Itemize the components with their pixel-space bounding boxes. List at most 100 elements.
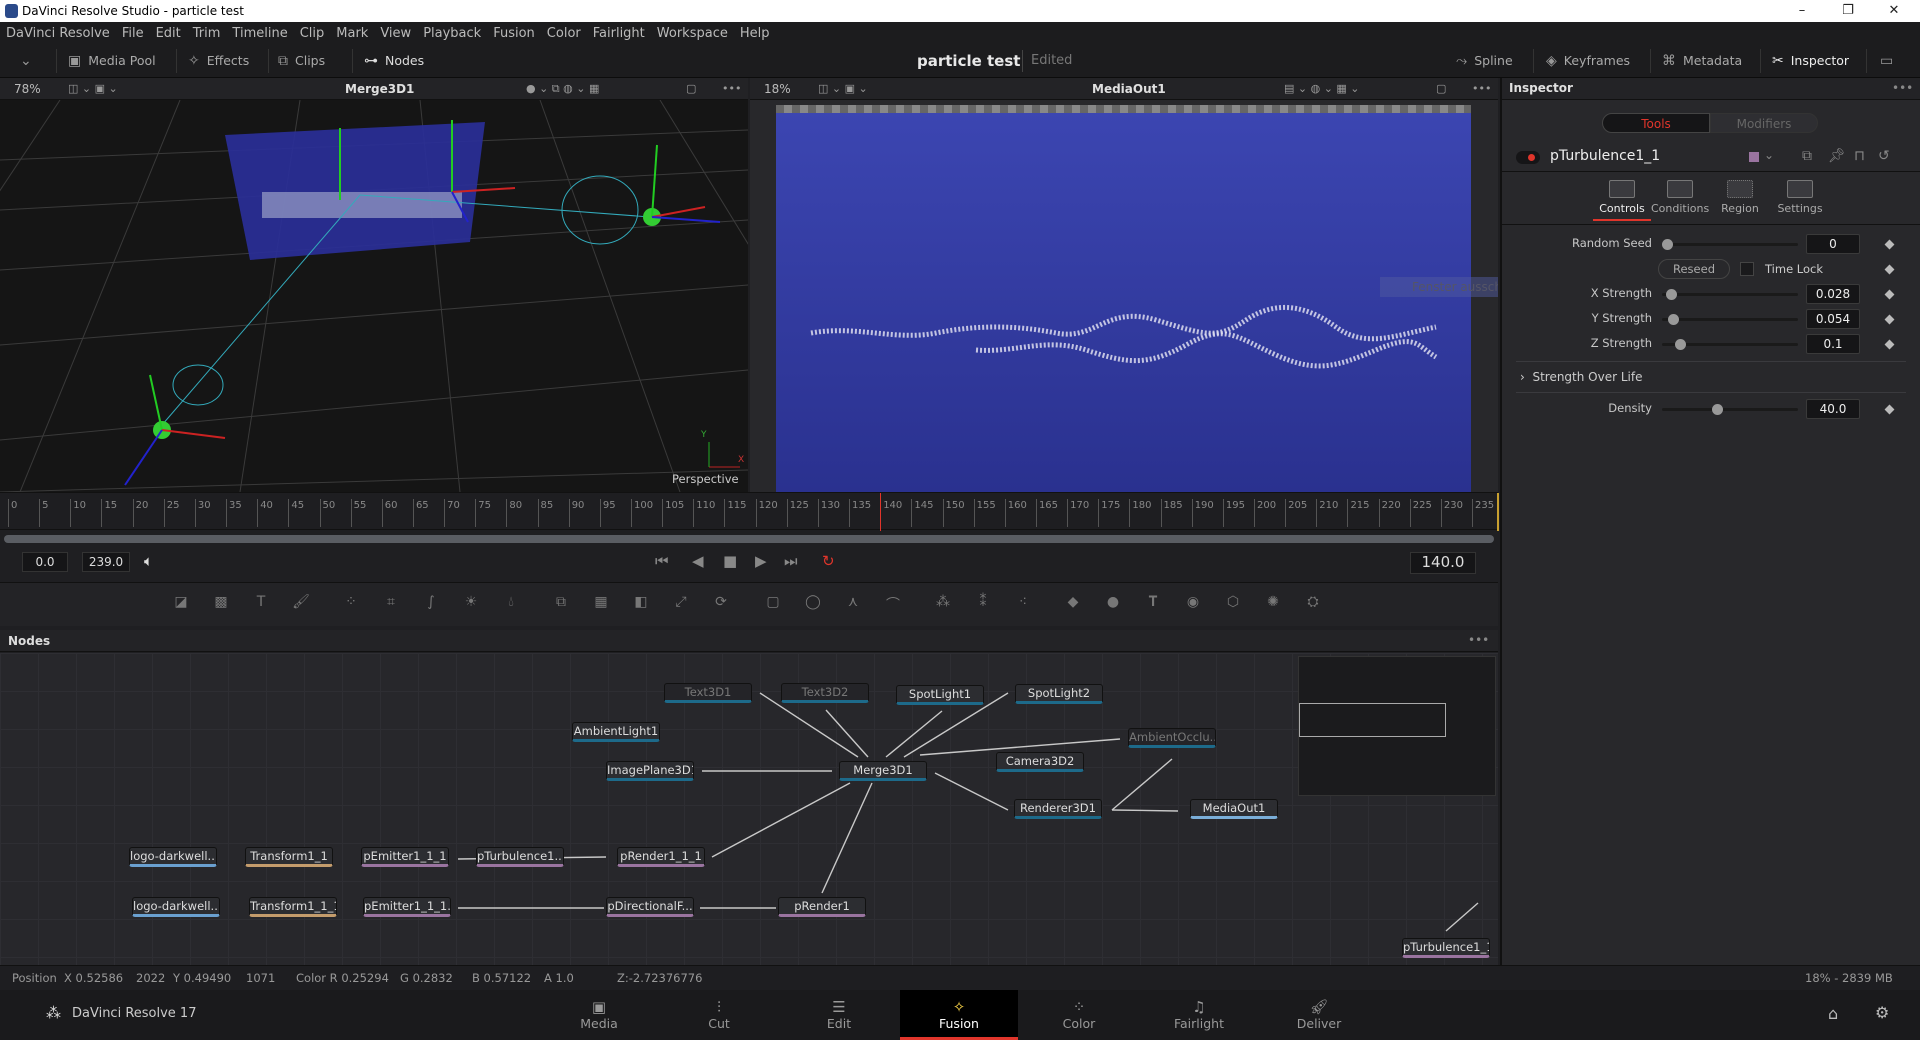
page-fairlight[interactable]: ♫ Fairlight <box>1140 990 1258 1040</box>
stop-icon[interactable]: ■ <box>723 552 737 570</box>
render-end-field[interactable]: 239.0 <box>82 552 130 572</box>
keyframe-diamond-icon[interactable] <box>1884 339 1895 350</box>
spline-button[interactable]: ⤳ Spline <box>1456 50 1513 72</box>
imageplane3d-tool-icon[interactable]: ⬡ <box>1222 594 1244 614</box>
metadata-button[interactable]: ⌘ Metadata <box>1662 50 1742 72</box>
volume-icon[interactable]: 🔈︎ <box>144 552 153 570</box>
node-transform1-1-1[interactable]: Transform1_1_1 <box>249 897 337 917</box>
shading-icon[interactable]: ● ⌄ ⧉ ◍ ⌄ ▦ <box>526 78 599 100</box>
left-zoom-select[interactable]: 78% <box>14 78 41 100</box>
merge-tool-icon[interactable]: ⧉ <box>550 594 572 614</box>
slider-knob[interactable] <box>1662 239 1673 250</box>
node-renderer3d1[interactable]: Renderer3D1 <box>1014 799 1102 819</box>
renderer3d-tool-icon[interactable]: ⛭ <box>1302 594 1324 614</box>
time-lock-checkbox[interactable] <box>1740 262 1754 276</box>
restore-button[interactable]: ❐ <box>1828 0 1868 22</box>
node-pemitter1-1-1[interactable]: pEmitter1_1_1 <box>361 847 449 867</box>
node-prender1-1-1[interactable]: pRender1_1_1 <box>617 847 705 867</box>
menu-davinci[interactable]: DaVinci Resolve <box>6 26 110 41</box>
slider-knob[interactable] <box>1712 404 1723 415</box>
clips-button[interactable]: ⧉ Clips <box>278 50 325 72</box>
subtab-controls[interactable]: Controls <box>1593 180 1651 221</box>
menu-color[interactable]: Color <box>547 26 581 41</box>
output-viewer[interactable]: Fenster ausschneiden <box>750 100 1498 492</box>
node-logo-darkwell-2[interactable]: logo-darkwell... <box>132 897 220 917</box>
resize-tool-icon[interactable]: ⤢ <box>670 594 692 614</box>
node-prender1[interactable]: pRender1 <box>778 897 866 917</box>
render-start-field[interactable]: 0.0 <box>22 552 68 572</box>
node-mediaout1[interactable]: MediaOut1 <box>1190 799 1278 819</box>
pemitter-tool-icon[interactable]: ⁂ <box>932 594 954 614</box>
go-to-start-icon[interactable]: ⏮︎ <box>655 552 669 570</box>
fastnoise-tool-icon[interactable]: ▩ <box>210 594 232 614</box>
menu-playback[interactable]: Playback <box>423 26 481 41</box>
reseed-button[interactable]: Reseed <box>1658 259 1730 279</box>
density-field[interactable]: 40.0 <box>1806 399 1860 419</box>
tab-tools[interactable]: Tools <box>1602 113 1710 133</box>
keyframe-diamond-icon[interactable] <box>1884 314 1895 325</box>
color-curves-tool-icon[interactable]: ⌗ <box>380 594 402 614</box>
menu-trim[interactable]: Trim <box>193 26 221 41</box>
spotlight-tool-icon[interactable]: ✺ <box>1262 594 1284 614</box>
page-cut[interactable]: ⫶ Cut <box>660 990 778 1040</box>
panel-toggle-button[interactable]: ⌄ <box>20 50 32 72</box>
blur-tool-icon[interactable]: 💧︎ <box>500 594 522 614</box>
node-transform1-1[interactable]: Transform1_1 <box>245 847 333 867</box>
slider-knob[interactable] <box>1665 289 1677 300</box>
shape3d-tool-icon[interactable]: ◆ <box>1062 594 1084 614</box>
timeline-ruler[interactable]: 0 5 10 15 20 25 30 35 40 45 50 55 60 65 70 75 80 85 90 95 10… <box>0 492 1499 531</box>
render-end-marker[interactable] <box>1496 493 1499 531</box>
page-color[interactable]: ⁘ Color <box>1020 990 1138 1040</box>
menu-view[interactable]: View <box>380 26 411 41</box>
reset-icon[interactable]: ↺ <box>1878 148 1890 164</box>
pin-icon[interactable]: 📌︎ <box>1828 148 1846 164</box>
color-correct-tool-icon[interactable]: ☀ <box>460 594 482 614</box>
node-editor[interactable]: Text3D1 Text3D2 SpotLight1 SpotLight2 Am… <box>0 653 1498 965</box>
particle-style-icon[interactable]: ⁖ <box>1012 594 1034 614</box>
matte-tool-icon[interactable]: ◧ <box>630 594 652 614</box>
current-frame-field[interactable]: 140.0 <box>1410 552 1476 574</box>
3d-viewport[interactable]: Y X Perspective <box>0 100 748 492</box>
loop-icon[interactable]: ↻ <box>822 552 835 570</box>
node-text3d2[interactable]: Text3D2 <box>781 683 869 703</box>
node-pemitter1-1-1-copy[interactable]: pEmitter1_1_1... <box>363 897 451 917</box>
keyframe-diamond-icon[interactable] <box>1884 289 1895 300</box>
random-seed-field[interactable]: 0 <box>1806 234 1860 254</box>
node-minimap[interactable] <box>1298 656 1496 796</box>
right-zoom-select[interactable]: 18% <box>764 78 791 100</box>
node-logo-darkwell-1[interactable]: logo-darkwell... <box>129 847 217 867</box>
node-text3d1[interactable]: Text3D1 <box>664 683 752 703</box>
y-strength-slider[interactable] <box>1662 314 1798 325</box>
background-tool-icon[interactable]: ◪ <box>170 594 192 614</box>
rectangle-mask-icon[interactable]: ▢ <box>762 594 784 614</box>
keyframe-diamond-icon[interactable] <box>1884 264 1895 275</box>
polygon-mask-icon[interactable]: ⋏ <box>842 594 864 614</box>
more-icon[interactable]: ••• <box>1468 633 1489 647</box>
subtab-conditions[interactable]: Conditions <box>1651 180 1709 215</box>
page-media[interactable]: ▣ Media <box>540 990 658 1040</box>
play-icon[interactable]: ▶ <box>755 552 767 570</box>
slider-knob[interactable] <box>1674 339 1686 350</box>
particle-tool-icon[interactable]: ⁘ <box>340 594 362 614</box>
strength-over-life-section[interactable]: › Strength Over Life <box>1520 370 1642 384</box>
node-ambientocclusion[interactable]: AmbientOcclu... <box>1128 728 1216 748</box>
channel-boolean-tool-icon[interactable]: ▦ <box>590 594 612 614</box>
versions-icon[interactable]: ⧉ <box>1802 148 1812 164</box>
paint-tool-icon[interactable]: 🖌︎ <box>290 594 312 614</box>
media-pool-button[interactable]: ▣ Media Pool <box>68 50 156 72</box>
layout-icon[interactable]: ◫ ⌄ ▣ ⌄ <box>818 78 868 100</box>
ellipse-mask-icon[interactable]: ◯ <box>802 594 824 614</box>
transform-tool-icon[interactable]: ⟳ <box>710 594 732 614</box>
node-pturbulence1-1[interactable]: pTurbulence1_1 <box>1402 938 1490 958</box>
nodes-button[interactable]: ⊶ Nodes <box>364 50 424 72</box>
menu-mark[interactable]: Mark <box>336 26 368 41</box>
camera3d-tool-icon[interactable]: ◉ <box>1182 594 1204 614</box>
bspline-mask-icon[interactable]: ⌒ <box>882 594 904 614</box>
fit-icon[interactable]: ▢ <box>686 78 696 100</box>
slider-knob[interactable] <box>1668 314 1680 325</box>
keyframes-button[interactable]: ◈ Keyframes <box>1546 50 1630 72</box>
menu-file[interactable]: File <box>122 26 144 41</box>
fit-icon[interactable]: ▢ <box>1436 78 1446 100</box>
node-ambientlight1[interactable]: AmbientLight1 <box>572 722 660 742</box>
close-button[interactable]: ✕ <box>1874 0 1914 22</box>
